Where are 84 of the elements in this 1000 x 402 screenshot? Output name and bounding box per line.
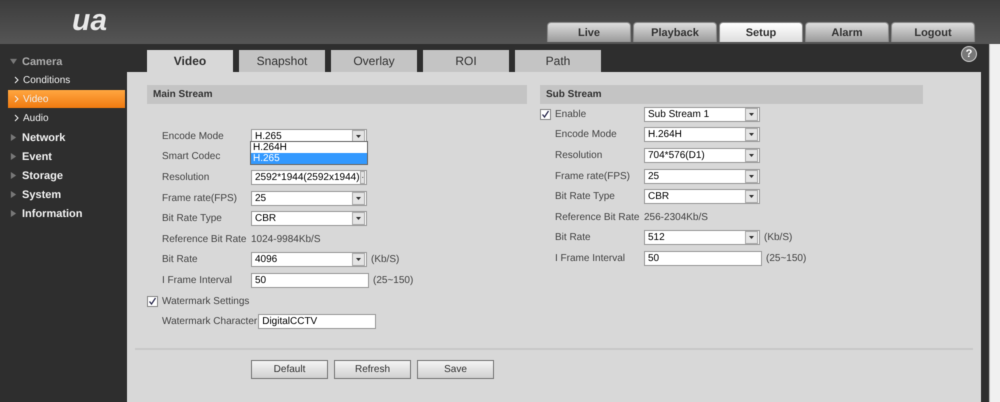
nav-tab[interactable]: Setup xyxy=(719,22,803,42)
unit-label: (Kb/S) xyxy=(371,254,400,266)
dropdown-select[interactable]: 2592*1944(2592x1944) xyxy=(251,170,367,185)
dropdown-select[interactable]: 25 xyxy=(644,168,760,184)
caret-icon[interactable] xyxy=(352,130,365,143)
caret-icon[interactable] xyxy=(352,253,365,266)
unit-label: (25~150) xyxy=(373,274,414,286)
sidebar-item[interactable]: Network xyxy=(0,128,127,147)
collapsed-triangle-icon xyxy=(10,172,17,179)
sidebar-item[interactable]: System xyxy=(0,185,127,204)
field-label: Watermark Character xyxy=(162,316,258,328)
sidebar-subitem[interactable]: Conditions xyxy=(8,71,125,89)
sidebar-item[interactable]: Event xyxy=(0,147,127,166)
field-label: Encode Mode xyxy=(555,129,618,140)
dropdown-select[interactable]: 25 xyxy=(251,190,367,206)
nav-tab[interactable]: Logout xyxy=(891,22,975,42)
collapsed-triangle-icon xyxy=(10,210,17,217)
sidebar-item[interactable]: Information xyxy=(0,204,127,223)
field-label: Frame rate(FPS) xyxy=(162,192,238,204)
chevron-icon xyxy=(14,114,19,122)
caret-icon[interactable] xyxy=(745,231,758,244)
text-input[interactable]: 50 xyxy=(251,272,369,288)
unit-label: (25~150) xyxy=(766,252,806,264)
brand-logo: ua xyxy=(72,4,108,38)
dropdown-select[interactable]: 704*576(D1) xyxy=(644,148,760,163)
caret-icon[interactable] xyxy=(352,192,365,205)
collapsed-triangle-icon xyxy=(10,191,17,198)
tab[interactable]: Overlay xyxy=(331,50,417,72)
dropdown-select[interactable]: Sub Stream 1 xyxy=(644,106,760,122)
text-input[interactable]: DigitalCCTV xyxy=(258,314,376,330)
field-label: Bit Rate Type xyxy=(162,213,223,224)
nav-tab[interactable]: Alarm xyxy=(805,22,889,42)
section-header: Main Stream xyxy=(147,85,527,104)
sidebar-subitem[interactable]: Audio xyxy=(8,109,125,127)
scrollbar[interactable] xyxy=(989,44,1000,402)
tab[interactable]: Snapshot xyxy=(239,50,325,72)
tab[interactable]: Path xyxy=(515,50,601,72)
nav-tab[interactable]: Playback xyxy=(633,22,717,42)
collapsed-triangle-icon xyxy=(10,153,17,160)
tab[interactable]: ROI xyxy=(423,50,509,72)
nav-tab[interactable]: Live xyxy=(547,22,631,42)
section-header: Sub Stream xyxy=(540,85,923,104)
caret-icon[interactable] xyxy=(745,128,758,142)
checkbox-label: Watermark Settings xyxy=(162,296,250,307)
checkbox[interactable] xyxy=(147,296,158,307)
tab[interactable]: Video xyxy=(147,50,233,72)
field-label: Encode Mode xyxy=(162,130,225,142)
chevron-icon xyxy=(14,76,19,84)
sidebar-item[interactable]: Storage xyxy=(0,166,127,185)
caret-icon[interactable] xyxy=(745,108,758,121)
field-value: 1024-9984Kb/S xyxy=(251,234,321,245)
field-label: Resolution xyxy=(555,150,604,161)
field-label: Reference Bit Rate xyxy=(162,234,248,245)
unit-label: (Kb/S) xyxy=(764,232,792,244)
field-label: Frame rate(FPS) xyxy=(555,170,632,182)
field-label: Reference Bit Rate xyxy=(555,212,640,223)
sidebar-item[interactable]: Camera xyxy=(0,52,127,71)
action-button[interactable]: Refresh xyxy=(334,360,411,379)
action-button[interactable]: Save xyxy=(417,360,494,379)
field-label: Bit Rate xyxy=(162,254,199,266)
field-label: Enable xyxy=(555,108,588,120)
help-button[interactable]: ? xyxy=(961,46,977,62)
text-input[interactable]: 50 xyxy=(644,250,762,266)
dropdown-select[interactable]: CBR xyxy=(644,189,760,204)
field-value: 256-2304Kb/S xyxy=(644,212,708,223)
expanded-triangle-icon xyxy=(10,58,17,65)
caret-icon[interactable] xyxy=(745,148,758,162)
field-label: Bit Rate xyxy=(555,232,592,244)
dropdown-select[interactable]: CBR xyxy=(251,211,367,226)
field-label: I Frame Interval xyxy=(162,274,234,286)
checkbox[interactable] xyxy=(540,108,551,120)
field-label: Resolution xyxy=(162,172,210,183)
field-label: Smart Codec xyxy=(162,151,222,162)
caret-icon[interactable] xyxy=(745,190,758,204)
caret-icon[interactable] xyxy=(745,170,758,183)
field-label: Bit Rate Type xyxy=(555,191,616,202)
chevron-icon xyxy=(14,95,19,103)
action-button[interactable]: Default xyxy=(251,360,328,379)
dropdown-select[interactable]: 512 xyxy=(644,230,760,246)
caret-icon[interactable] xyxy=(352,212,365,226)
dropdown-select[interactable]: 4096 xyxy=(251,252,367,268)
field-label: I Frame Interval xyxy=(555,252,626,264)
dropdown-select[interactable]: H.264H xyxy=(644,127,760,142)
collapsed-triangle-icon xyxy=(10,134,17,141)
